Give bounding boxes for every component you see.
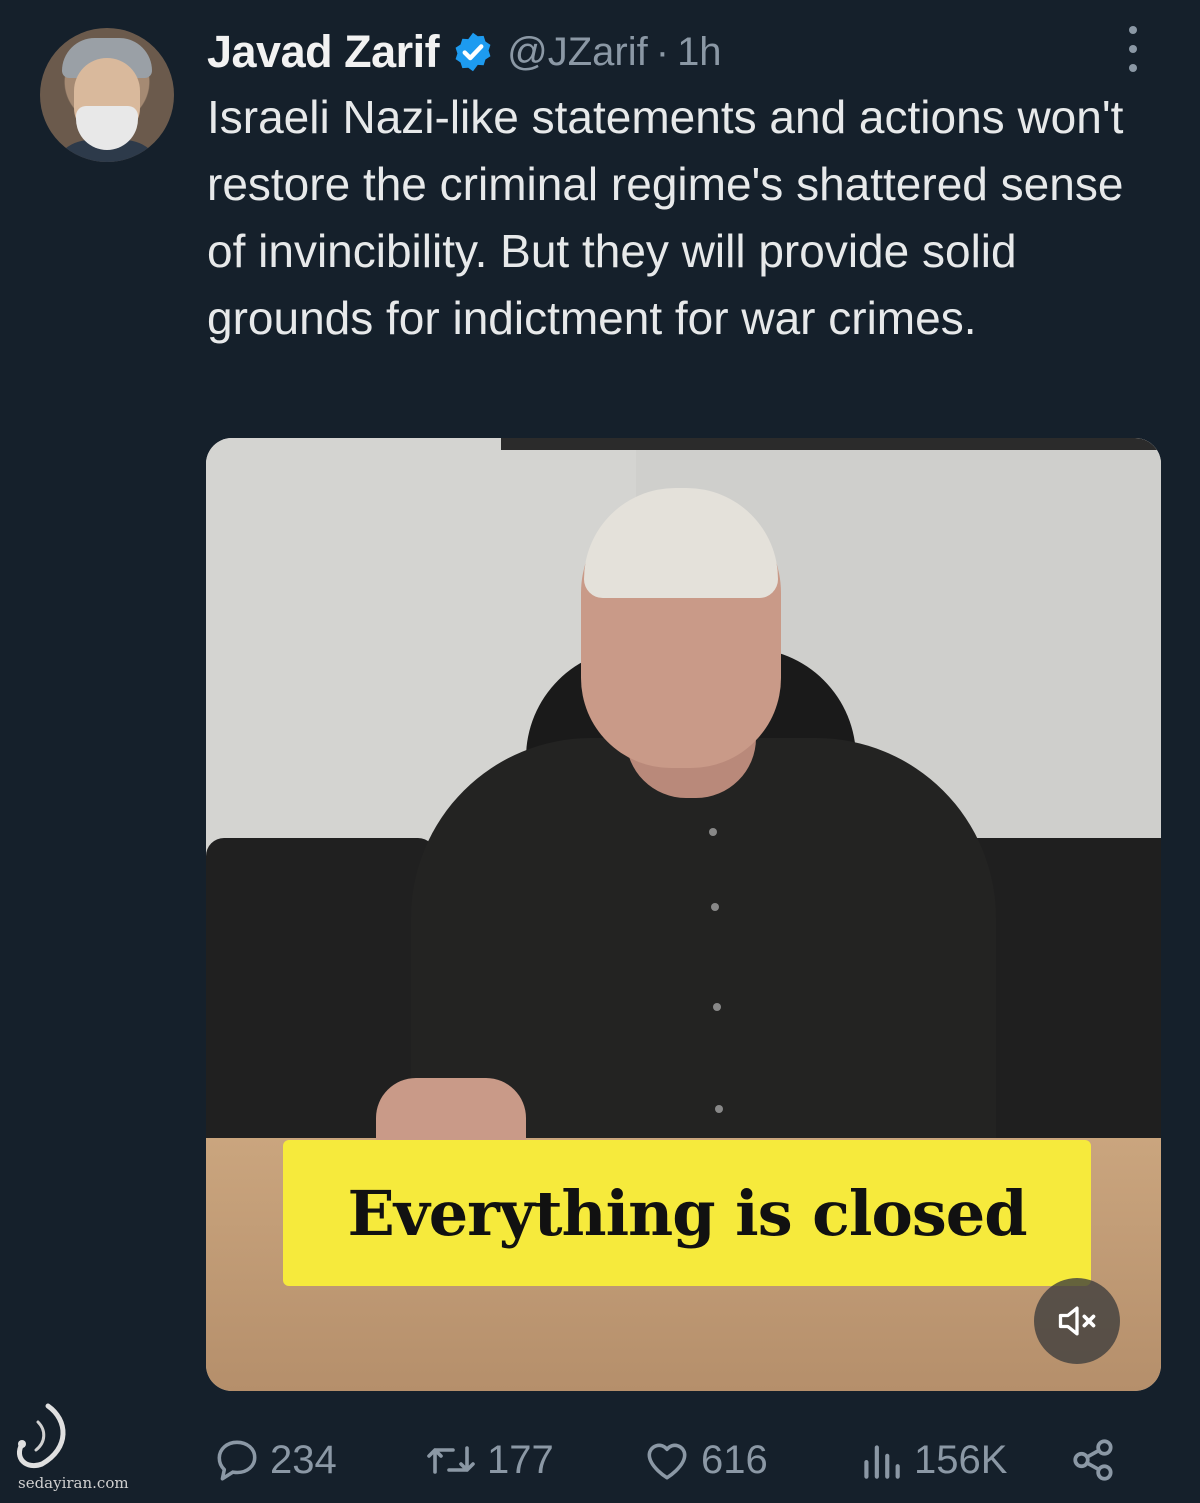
tweet-actions: 234 177 616 156K xyxy=(208,1428,1128,1492)
verified-badge-icon xyxy=(451,30,495,74)
video-ceiling-bar xyxy=(501,438,1161,450)
reply-icon xyxy=(217,1440,257,1481)
header-separator: · xyxy=(655,29,670,74)
volume-muted-icon xyxy=(1058,1306,1096,1336)
tweet-header: Javad Zarif @JZarif · 1h xyxy=(207,24,722,80)
shirt-button xyxy=(715,1105,723,1113)
watermark-text: sedayiran.com xyxy=(18,1474,129,1492)
reply-count: 234 xyxy=(270,1437,337,1482)
video-caption: Everything is closed xyxy=(283,1140,1091,1286)
shirt-button xyxy=(709,828,717,836)
mute-button[interactable] xyxy=(1034,1278,1120,1364)
watermark-logo xyxy=(17,1403,66,1468)
author-handle[interactable]: @JZarif xyxy=(507,30,648,75)
share-icon xyxy=(1073,1439,1113,1481)
tweet-text: Israeli Nazi-like statements and actions… xyxy=(207,91,1124,344)
view-count: 156K xyxy=(914,1437,1008,1482)
avatar[interactable] xyxy=(40,28,174,162)
like-button[interactable]: 616 xyxy=(641,1428,768,1492)
shirt-button xyxy=(713,1003,721,1011)
retweet-icon xyxy=(427,1446,475,1474)
share-button[interactable] xyxy=(1068,1428,1120,1492)
shirt-button xyxy=(711,903,719,911)
retweet-button[interactable]: 177 xyxy=(423,1428,554,1492)
heart-icon xyxy=(647,1443,687,1480)
author-name[interactable]: Javad Zarif xyxy=(207,26,440,78)
reply-button[interactable]: 234 xyxy=(212,1428,337,1492)
analytics-icon xyxy=(864,1445,900,1479)
video-caption-text: Everything is closed xyxy=(347,1176,1027,1250)
retweet-count: 177 xyxy=(487,1437,554,1482)
views-button[interactable]: 156K xyxy=(856,1428,1007,1492)
watermark: sedayiran.com xyxy=(0,1400,175,1503)
tweet-timestamp[interactable]: 1h xyxy=(677,30,722,75)
like-count: 616 xyxy=(701,1437,768,1482)
video-media[interactable]: Everything is closed xyxy=(206,438,1161,1391)
more-options-icon[interactable] xyxy=(1118,26,1148,72)
